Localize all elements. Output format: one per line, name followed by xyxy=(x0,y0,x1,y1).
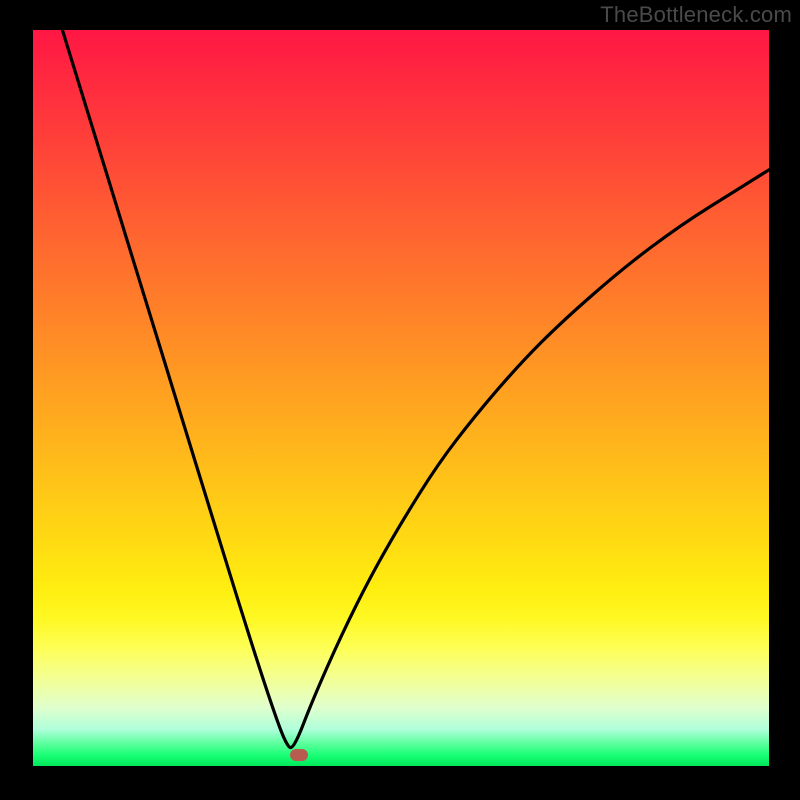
bottleneck-curve-path xyxy=(62,30,769,748)
minimum-marker xyxy=(290,749,308,761)
curve-svg xyxy=(33,30,769,766)
watermark-text: TheBottleneck.com xyxy=(600,2,792,28)
chart-plot-area xyxy=(33,30,769,766)
